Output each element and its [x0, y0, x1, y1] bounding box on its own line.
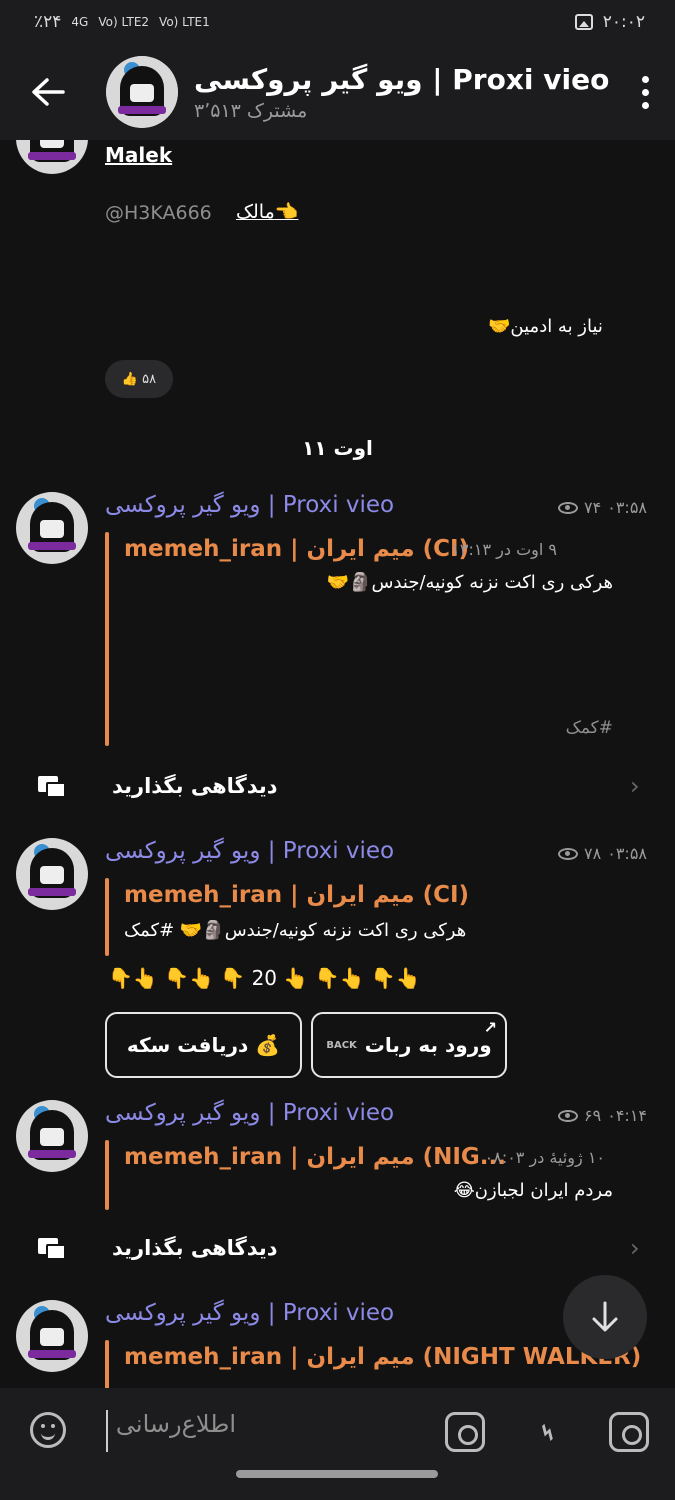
- channel-avatar[interactable]: [106, 56, 178, 128]
- dot-icon: [641, 88, 649, 96]
- eye-icon: [558, 1109, 579, 1122]
- chevron-right-icon: ›: [630, 772, 640, 800]
- comment-button[interactable]: دیدگاهی بگذارید ›: [0, 758, 675, 818]
- owner-handle[interactable]: @H3KA666: [105, 202, 212, 224]
- post-time: ۰۴:۱۴: [607, 1106, 647, 1125]
- clock: ۲۰:۰۲: [602, 12, 645, 32]
- comment-label: دیدگاهی بگذارید: [112, 774, 278, 798]
- instagram-icon[interactable]: [609, 1412, 649, 1452]
- chevron-right-icon: ›: [630, 1234, 640, 1262]
- dot-icon: [641, 75, 649, 83]
- avatar[interactable]: [16, 140, 88, 174]
- post-meta: ۷۸ ۰۳:۵۸: [558, 844, 647, 863]
- get-coins-label: دریافت سکه 💰: [126, 1033, 281, 1057]
- reaction-text: 👍 ۵۸: [121, 371, 157, 387]
- forward-source[interactable]: memeh_iran | میم ایران (NIGHT WALKER): [124, 1344, 641, 1370]
- owner-name-link[interactable]: Malek: [105, 143, 172, 167]
- view-count: ۷۴: [584, 498, 602, 517]
- forward-source[interactable]: memeh_iran | میم ایران (CI): [124, 882, 469, 908]
- forward-date: ۱۰ ژوئیهٔ در ۰۸:۰۳: [484, 1148, 605, 1167]
- enter-bot-label: ورود به ربات: [364, 1033, 492, 1057]
- view-count: ۶۹: [584, 1106, 602, 1125]
- emoji-line: 👇👆 👇👆 👇 20 👆 👇👆 👇👆: [108, 966, 421, 990]
- signal-1: 4G: [71, 15, 89, 29]
- forward-bar: [105, 1140, 109, 1210]
- channel-title: ویو گیر پروکسی | Proxi vieo: [194, 62, 610, 96]
- arrow-down-icon: [592, 1301, 618, 1332]
- chat-header: ویو گیر پروکسی | Proxi vieo ۳٬۵۱۳ مشترک: [0, 44, 675, 140]
- reaction-chip[interactable]: 👍 ۵۸: [105, 360, 173, 398]
- avatar[interactable]: [16, 492, 88, 564]
- arrow-left-icon: [32, 78, 65, 106]
- avatar[interactable]: [16, 838, 88, 910]
- eye-icon: [558, 501, 579, 514]
- back-sign-icon: BACK: [326, 1039, 357, 1051]
- forward-bar: [105, 1340, 109, 1388]
- avatar[interactable]: [16, 1300, 88, 1372]
- post-time: ۰۳:۵۸: [607, 498, 647, 517]
- comment-icon: [38, 776, 66, 798]
- view-count: ۷۸: [584, 844, 602, 863]
- scroll-down-button[interactable]: [563, 1275, 647, 1359]
- home-indicator: [236, 1470, 438, 1478]
- comment-button[interactable]: دیدگاهی بگذارید ›: [0, 1220, 675, 1280]
- post-meta: ۷۴ ۰۳:۵۸: [558, 498, 647, 517]
- channel-info[interactable]: ویو گیر پروکسی | Proxi vieo ۳٬۵۱۳ مشترک: [194, 63, 615, 122]
- signal-2: Vo) LTE2: [98, 15, 150, 29]
- post-meta: ۶۹ ۰۴:۱۴: [558, 1106, 647, 1125]
- message-text: هرکی ری اکت نزنه کونیه/جندس🗿🤝 #کمک: [124, 920, 467, 941]
- need-admin-text: نیاز به ادمین🤝: [488, 316, 603, 337]
- attach-icon[interactable]: ⌁: [520, 1404, 577, 1461]
- post-channel-name[interactable]: ویو گیر پروکسی | Proxi vieo: [105, 492, 394, 518]
- signal-3: Vo) LTE1: [159, 15, 210, 29]
- more-menu-button[interactable]: [615, 75, 675, 109]
- battery-indicator: ٪۲۴: [34, 12, 62, 32]
- message-text: مردم ایران لجبازن😂: [453, 1180, 613, 1201]
- comment-label: دیدگاهی بگذارید: [112, 1236, 278, 1260]
- dot-icon: [641, 101, 649, 109]
- avatar[interactable]: [16, 1100, 88, 1172]
- message-list[interactable]: Malek @H3KA666 مالک👈 نیاز به ادمین🤝 👍 ۵۸…: [0, 140, 675, 1388]
- external-link-icon: ↗: [483, 1018, 497, 1037]
- emoji-icon[interactable]: [30, 1412, 66, 1448]
- get-coins-button[interactable]: دریافت سکه 💰: [105, 1012, 302, 1078]
- owner-role[interactable]: مالک👈: [236, 200, 298, 223]
- post-time: ۰۳:۵۸: [607, 844, 647, 863]
- forward-bar: [105, 532, 109, 746]
- status-bar: ٪۲۴ 4G Vo) LTE2 Vo) LTE1 ۲۰:۰۲: [0, 0, 675, 44]
- eye-icon: [558, 847, 579, 860]
- back-button[interactable]: [0, 44, 96, 140]
- post-channel-name[interactable]: ویو گیر پروکسی | Proxi vieo: [105, 1300, 394, 1326]
- gallery-icon: [574, 14, 593, 30]
- forward-source[interactable]: memeh_iran | میم ایران (NIG...: [124, 1144, 506, 1170]
- post-channel-name[interactable]: ویو گیر پروکسی | Proxi vieo: [105, 838, 394, 864]
- comment-icon: [38, 1238, 66, 1260]
- forward-date: ۹ اوت در ۱۳:۱۳: [451, 540, 557, 559]
- hashtag-link[interactable]: #کمک: [566, 718, 613, 738]
- hacker-logo-icon: [106, 56, 178, 128]
- message-input[interactable]: اطلاع‌رسانی: [106, 1410, 366, 1452]
- forward-bar: [105, 878, 109, 956]
- date-separator: ۱۱ اوت: [302, 436, 373, 460]
- post-channel-name[interactable]: ویو گیر پروکسی | Proxi vieo: [105, 1100, 394, 1126]
- subscriber-count: ۳٬۵۱۳ مشترک: [194, 99, 308, 122]
- message-text: هرکی ری اکت نزنه کونیه/جندس🗿🤝: [326, 572, 613, 593]
- forward-source[interactable]: memeh_iran | میم ایران (CI): [124, 536, 469, 562]
- composer-bar: اطلاع‌رسانی ⌁: [0, 1388, 675, 1500]
- camera-icon[interactable]: [445, 1412, 485, 1452]
- enter-bot-button[interactable]: ↗ BACK ورود به ربات: [311, 1012, 507, 1078]
